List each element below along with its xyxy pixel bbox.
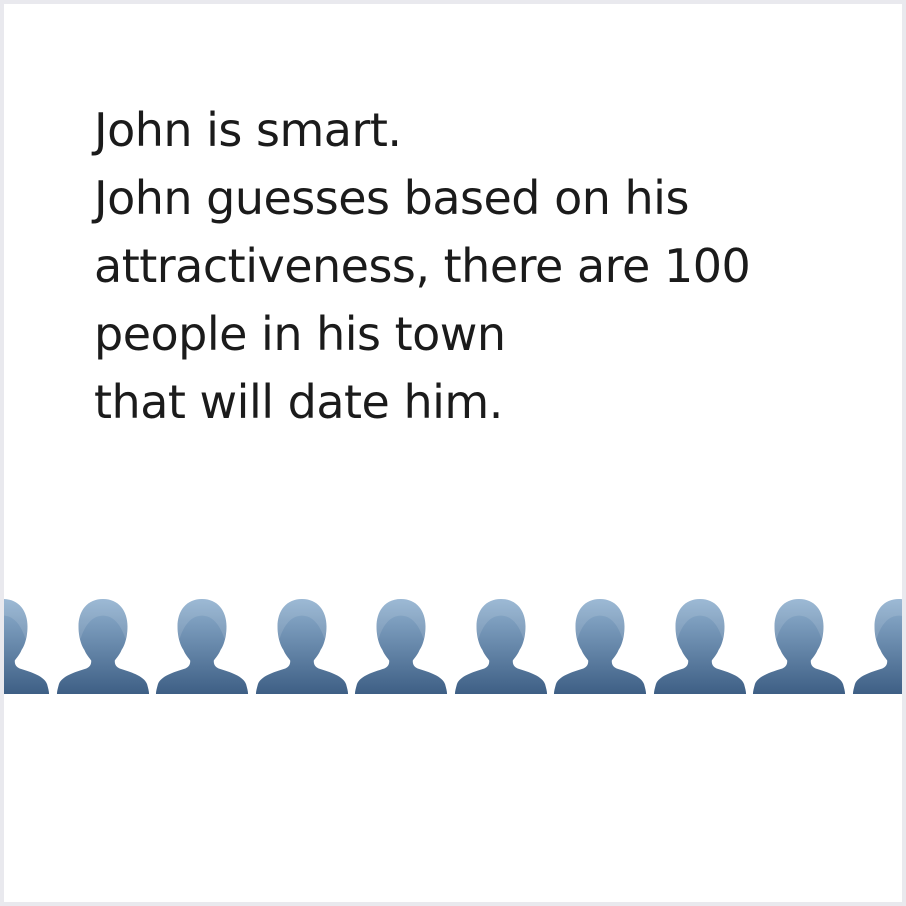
slide-card: John is smart. John guesses based on his… (4, 4, 902, 902)
person-silhouette-icon (454, 598, 547, 694)
person-silhouette-icon (255, 598, 348, 694)
person-silhouette-icon (553, 598, 647, 694)
people-row (4, 596, 902, 694)
person-silhouette-icon (752, 598, 846, 694)
person-silhouette-icon (155, 598, 249, 694)
text-line-1: John is smart. (94, 103, 402, 157)
person-silhouette-icon (653, 598, 746, 694)
text-line-2: John guesses based on his (94, 171, 689, 225)
text-line-3: attractiveness, there are 100 (94, 239, 751, 293)
person-silhouette-icon (852, 598, 902, 694)
text-line-4: people in his town (94, 307, 506, 361)
person-silhouette-icon (56, 598, 149, 694)
story-text: John is smart. John guesses based on his… (94, 96, 854, 436)
text-line-5: that will date him. (94, 375, 503, 429)
person-silhouette-icon (4, 599, 50, 694)
person-silhouette-icon (354, 598, 448, 694)
